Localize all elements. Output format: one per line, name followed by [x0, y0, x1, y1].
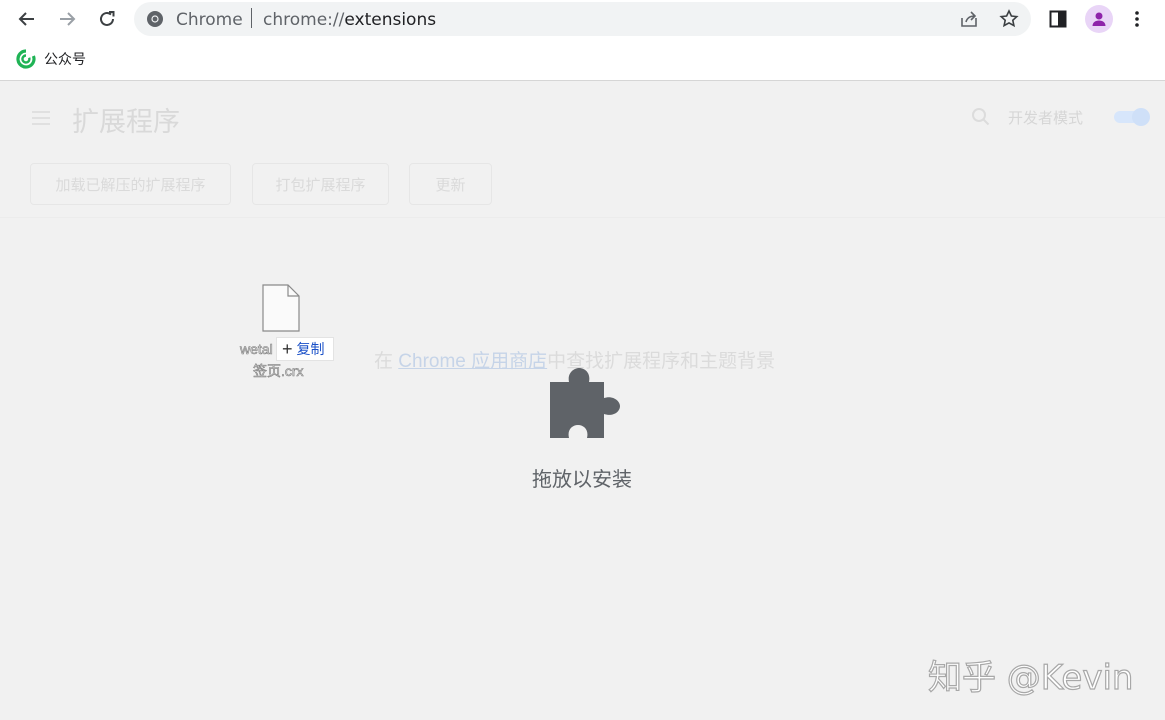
drop-to-install-label: 拖放以安装: [532, 469, 632, 491]
side-panel-button[interactable]: [1046, 7, 1070, 31]
plus-icon: +: [282, 339, 293, 359]
share-icon[interactable]: [959, 9, 979, 29]
dragged-file-name-line1: wetal: [240, 341, 273, 358]
copy-drop-badge: + 复制: [276, 337, 334, 361]
developer-mode-toggle[interactable]: [1112, 108, 1150, 126]
puzzle-piece-icon: [550, 368, 620, 438]
omnibox-divider: [251, 8, 252, 28]
more-vert-icon: [1135, 11, 1139, 27]
dragged-file-name-line2: 签页.crx: [253, 363, 304, 380]
zhihu-watermark: 知乎 @Kevin: [927, 657, 1134, 698]
profile-avatar[interactable]: [1085, 5, 1113, 33]
side-panel-icon: [1049, 10, 1067, 28]
search-icon[interactable]: [970, 106, 992, 128]
forward-button[interactable]: [52, 4, 82, 34]
reload-button[interactable]: [92, 4, 122, 34]
chrome-menu-button[interactable]: [1125, 7, 1149, 31]
bookmark-star-icon[interactable]: [999, 9, 1019, 29]
file-icon: [262, 284, 300, 332]
browser-toolbar: Chrome chrome://extensions: [0, 0, 1165, 38]
omnibox-url: chrome://extensions: [263, 10, 436, 30]
url-scheme: chrome://: [263, 10, 345, 30]
reload-icon: [100, 11, 115, 26]
bookmark-favicon-icon: [16, 49, 36, 69]
url-path: extensions: [344, 10, 437, 30]
page-title: 扩展程序: [72, 107, 180, 137]
forward-arrow-icon: [60, 12, 76, 26]
update-button[interactable]: 更新: [409, 163, 492, 205]
bookmarks-bar: 公众号: [0, 38, 1165, 81]
pack-extension-button[interactable]: 打包扩展程序: [252, 163, 389, 205]
person-icon: [1092, 12, 1106, 26]
chrome-logo-icon: [147, 11, 163, 27]
copy-label: 复制: [296, 341, 325, 357]
load-unpacked-button[interactable]: 加载已解压的扩展程序: [30, 163, 231, 205]
back-button[interactable]: [12, 4, 42, 34]
bookmark-label: 公众号: [44, 51, 86, 67]
extensions-header: 扩展程序 开发者模式 加载已解压的扩展程序 打包扩展程序 更新: [0, 82, 1165, 218]
chrome-web-store-link[interactable]: Chrome 应用商店: [398, 351, 547, 372]
store-prefix: 在: [374, 351, 399, 372]
developer-mode-label: 开发者模式: [1008, 110, 1084, 127]
bookmark-item[interactable]: 公众号: [16, 48, 86, 70]
address-bar[interactable]: Chrome chrome://extensions: [134, 2, 1031, 36]
hamburger-menu-icon[interactable]: [30, 108, 54, 128]
header-divider: [0, 217, 1165, 218]
back-arrow-icon: [18, 12, 34, 26]
omnibox-host: Chrome: [176, 10, 243, 30]
